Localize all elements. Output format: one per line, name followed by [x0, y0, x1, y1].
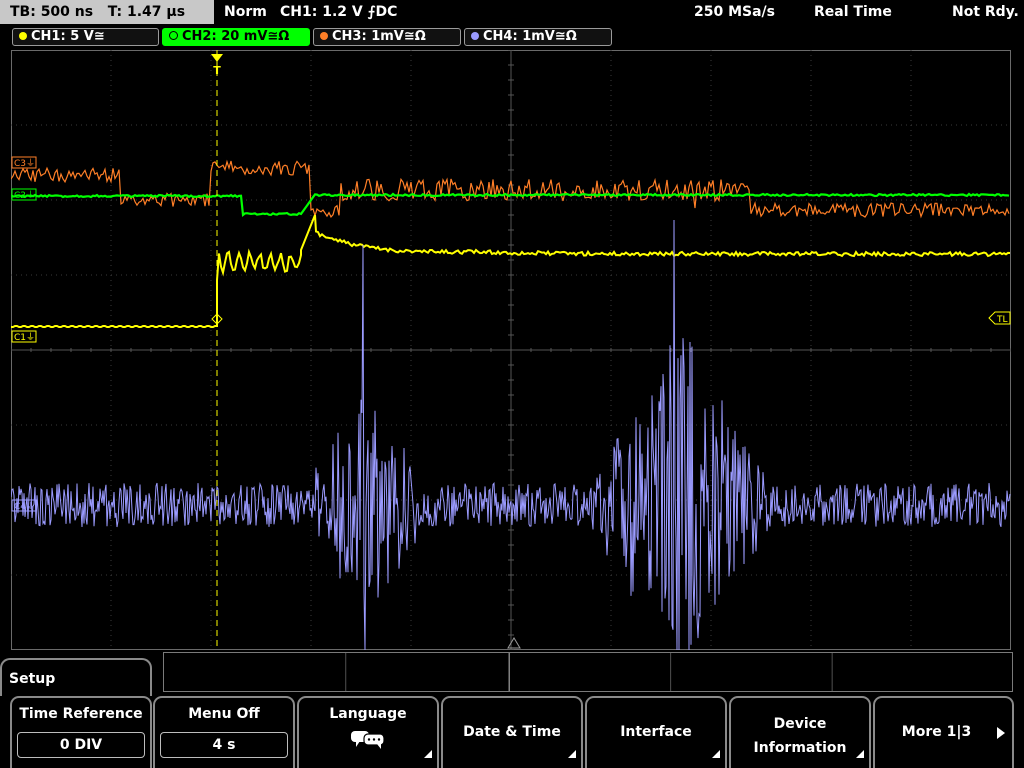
date-time-label: Date & Time — [463, 724, 561, 740]
waveform-display[interactable]: T C3⏚ C2⏚ C1⏚ C4⏚ TL — [11, 50, 1011, 650]
trigger-source[interactable]: CH1: 1.2 V ⨍DC — [280, 0, 397, 24]
ch4-ground-marker[interactable]: C4⏚ — [11, 499, 37, 512]
ch2-ground-marker[interactable]: C2⏚ — [11, 188, 37, 201]
sample-rate: 250 MSa/s — [694, 4, 776, 20]
submenu-indicator — [568, 750, 576, 758]
channel-tab-ch1[interactable]: CH1: 5 V≅ — [12, 28, 159, 46]
acquisition-state: Not Rdy. — [952, 4, 1019, 20]
device-information-softkey[interactable]: Device Information — [729, 696, 871, 768]
ch4-color-dot — [471, 32, 479, 40]
language-label: Language — [329, 706, 407, 722]
timebase-readout[interactable]: TB: 500 ns T: 1.47 µs — [0, 0, 214, 24]
horizontal-overview[interactable] — [163, 652, 1013, 692]
ch2-color-dot — [169, 31, 178, 40]
time-reference-marker — [507, 637, 521, 649]
ch3-color-dot — [320, 32, 328, 40]
channel-tab-ch3[interactable]: CH3: 1mV≅Ω — [313, 28, 461, 46]
ch3-marker-label: C3⏚ — [14, 158, 35, 169]
menu-title-label: Setup — [9, 671, 56, 687]
timebase-value: TB: 500 ns — [10, 4, 94, 20]
menu-off-value[interactable]: 4 s — [160, 732, 288, 758]
device-info-line2: Information — [753, 740, 847, 756]
trigger-position-label: T — [213, 64, 221, 77]
channel-tab-ch4[interactable]: CH4: 1mV≅Ω — [464, 28, 612, 46]
ch2-marker-label: C2⏚ — [14, 190, 35, 201]
interface-label: Interface — [620, 724, 692, 740]
ch1-color-dot — [19, 32, 27, 40]
more-softkey[interactable]: More 1|3 — [873, 696, 1014, 768]
device-info-line1: Device — [773, 716, 827, 732]
menu-off-label: Menu Off — [188, 706, 260, 722]
speech-bubbles-icon — [351, 731, 385, 749]
trigger-mode[interactable]: Norm — [224, 0, 267, 24]
next-page-arrow-icon — [997, 727, 1005, 739]
date-time-softkey[interactable]: Date & Time — [441, 696, 583, 768]
ch3-tab-label: CH3: 1mV≅Ω — [332, 29, 426, 44]
submenu-indicator — [712, 750, 720, 758]
time-reference-value[interactable]: 0 DIV — [17, 732, 145, 758]
time-reference-softkey[interactable]: Time Reference 0 DIV — [10, 696, 152, 768]
ch1-ground-marker[interactable]: C1⏚ — [11, 330, 37, 343]
acquisition-mode: Real Time — [814, 4, 892, 20]
time-reference-label: Time Reference — [19, 706, 143, 722]
ch1-tab-label: CH1: 5 V≅ — [31, 29, 105, 44]
graticule — [11, 50, 1011, 650]
ch3-ground-marker[interactable]: C3⏚ — [11, 156, 37, 169]
more-label: More 1|3 — [901, 724, 972, 740]
trigger-position-marker[interactable]: T — [211, 54, 223, 77]
right-edge — [1016, 696, 1024, 768]
ch3-waveform — [11, 159, 1010, 219]
ch1-marker-label: C1⏚ — [14, 332, 35, 343]
trigger-level-label: TL — [996, 315, 1008, 325]
ch2-tab-label: CH2: 20 mV≅Ω — [182, 29, 290, 44]
trigger-time-value: T: 1.47 µs — [107, 4, 186, 20]
channel-tab-ch2[interactable]: CH2: 20 mV≅Ω — [162, 28, 310, 46]
submenu-indicator — [856, 750, 864, 758]
trigger-level-marker[interactable]: TL — [988, 311, 1011, 325]
submenu-indicator — [424, 750, 432, 758]
ch4-tab-label: CH4: 1mV≅Ω — [483, 29, 577, 44]
menu-title-setup[interactable]: Setup — [0, 658, 152, 696]
language-softkey[interactable]: Language — [297, 696, 439, 768]
interface-softkey[interactable]: Interface — [585, 696, 727, 768]
menu-off-softkey[interactable]: Menu Off 4 s — [153, 696, 295, 768]
ch4-marker-label: C4⏚ — [14, 501, 35, 512]
